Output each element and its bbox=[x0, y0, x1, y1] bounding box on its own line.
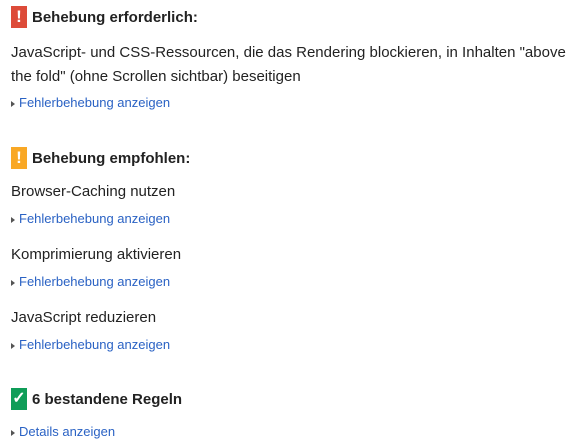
show-details-link[interactable]: Details anzeigen bbox=[11, 424, 115, 440]
caret-right-icon bbox=[11, 216, 15, 223]
required-title: Behebung erforderlich: bbox=[32, 8, 198, 26]
required-header: ! Behebung erforderlich: bbox=[11, 6, 198, 28]
checkmark-icon: ✓ bbox=[11, 388, 27, 410]
rule-render-blocking: JavaScript- und CSS-Ressourcen, die das … bbox=[11, 44, 566, 85]
caret-right-icon bbox=[11, 429, 15, 436]
show-fix-compression-link[interactable]: Fehlerbehebung anzeigen bbox=[11, 274, 170, 290]
caret-right-icon bbox=[11, 100, 15, 107]
show-fix-render-blocking-link[interactable]: Fehlerbehebung anzeigen bbox=[11, 95, 170, 111]
link-label: Details anzeigen bbox=[19, 424, 116, 439]
exclamation-icon: ! bbox=[11, 147, 27, 169]
passed-title: 6 bestandene Regeln bbox=[32, 390, 183, 408]
recommended-title: Behebung empfohlen: bbox=[32, 149, 191, 167]
link-label: Fehlerbehebung anzeigen bbox=[19, 274, 171, 289]
link-label: Fehlerbehebung anzeigen bbox=[19, 95, 171, 110]
rule-compression: Komprimierung aktivieren bbox=[11, 246, 182, 263]
show-fix-minify-javascript-link[interactable]: Fehlerbehebung anzeigen bbox=[11, 337, 170, 353]
passed-header: ✓ 6 bestandene Regeln bbox=[11, 388, 182, 410]
caret-right-icon bbox=[11, 279, 15, 286]
link-label: Fehlerbehebung anzeigen bbox=[19, 211, 171, 226]
rule-browser-caching: Browser-Caching nutzen bbox=[11, 183, 176, 200]
caret-right-icon bbox=[11, 342, 15, 349]
rule-minify-javascript: JavaScript reduzieren bbox=[11, 309, 157, 326]
exclamation-icon: ! bbox=[11, 6, 27, 28]
show-fix-browser-caching-link[interactable]: Fehlerbehebung anzeigen bbox=[11, 211, 170, 227]
link-label: Fehlerbehebung anzeigen bbox=[19, 337, 171, 352]
recommended-header: ! Behebung empfohlen: bbox=[11, 147, 190, 169]
